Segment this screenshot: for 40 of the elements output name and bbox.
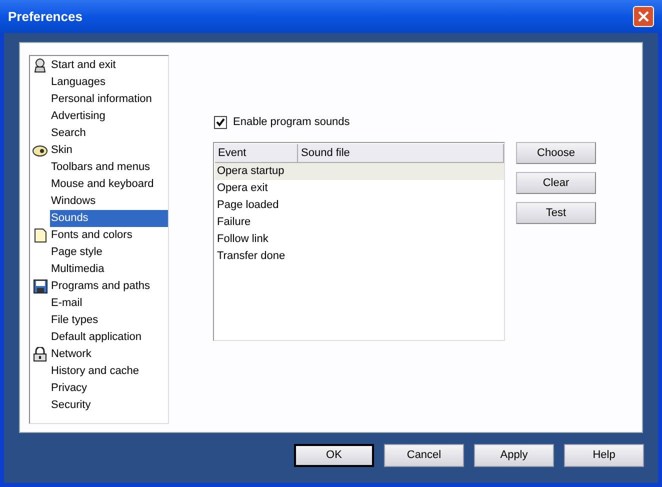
close-icon <box>638 11 649 22</box>
category-item[interactable]: Programs and paths <box>50 278 168 295</box>
side-button[interactable]: Test <box>516 202 596 224</box>
dialog-button[interactable]: Apply <box>474 444 554 467</box>
checkbox-label: Enable program sounds <box>233 114 350 130</box>
category-item[interactable]: Personal information <box>50 91 168 108</box>
category-item[interactable]: E-mail <box>50 295 168 312</box>
category-item[interactable]: Network <box>50 346 168 363</box>
category-item[interactable]: Toolbars and menus <box>50 159 168 176</box>
category-item[interactable]: Languages <box>50 74 168 91</box>
padlock-icon <box>32 347 48 362</box>
checkbox[interactable] <box>214 116 227 128</box>
side-button[interactable]: Choose <box>516 142 596 164</box>
category-item[interactable]: Multimedia <box>50 261 168 278</box>
column-header[interactable]: Event <box>215 144 298 163</box>
category-item[interactable]: Search <box>50 125 168 142</box>
category-item[interactable]: History and cache <box>50 363 168 380</box>
category-item[interactable]: Mouse and keyboard <box>50 176 168 193</box>
page-icon <box>34 228 46 243</box>
column-header[interactable]: Sound file <box>298 144 504 163</box>
person-icon <box>33 58 47 73</box>
category-item[interactable]: Windows <box>50 193 168 210</box>
category-item[interactable]: Skin <box>50 142 168 159</box>
category-item[interactable]: Fonts and colors <box>50 227 168 244</box>
side-button[interactable]: Clear <box>516 172 596 194</box>
category-item[interactable]: Advertising <box>50 108 168 125</box>
category-item[interactable]: Privacy <box>50 380 168 397</box>
window-title: Preferences <box>8 8 82 26</box>
close-button[interactable] <box>633 6 654 27</box>
dialog-button[interactable]: Cancel <box>384 444 464 467</box>
category-item[interactable]: File types <box>50 312 168 329</box>
checkmark-icon <box>216 118 225 126</box>
event-row[interactable]: Opera startup <box>215 163 504 180</box>
category-item[interactable]: Start and exit <box>50 57 168 74</box>
category-item[interactable]: Sounds <box>50 210 168 227</box>
category-item[interactable]: Page style <box>50 244 168 261</box>
category-item[interactable]: Security <box>50 397 168 414</box>
dialog-button[interactable]: OK <box>294 444 374 467</box>
dialog-button[interactable]: Help <box>564 444 644 467</box>
category-item[interactable]: Default application <box>50 329 168 346</box>
